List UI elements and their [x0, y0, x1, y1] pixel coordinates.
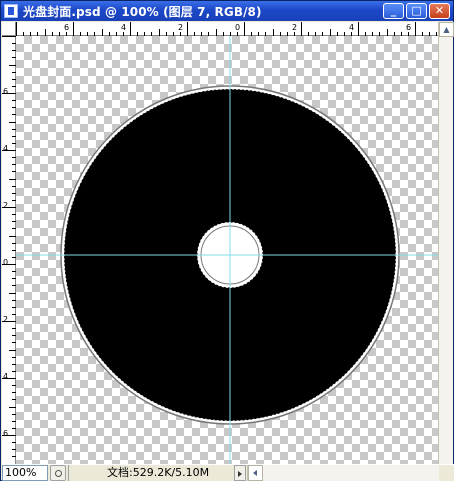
vruler-label-5: 4: [3, 372, 9, 381]
document-window: 光盘封面.psd @ 100% (图层 7, RGB/8) _ □ ✕ 6 4 …: [0, 0, 454, 481]
document-size-info: 文档:529.2K/5.10M: [68, 465, 234, 481]
status-bar: 100% 文档:529.2K/5.10M: [2, 464, 454, 481]
vruler-label-0: 6: [3, 87, 9, 96]
vertical-ruler[interactable]: 6 4 2 0 2 4 6: [2, 36, 16, 464]
horizontal-ruler-ticks: [16, 22, 437, 36]
vruler-label-2: 2: [3, 201, 9, 210]
hruler-label-1: 4: [121, 23, 127, 32]
vertical-scrollbar[interactable]: ▲: [438, 22, 454, 464]
status-menu-icon[interactable]: [50, 465, 66, 481]
photoshop-document-icon: [4, 4, 18, 18]
document-canvas[interactable]: [16, 36, 438, 464]
scroll-up-arrow-icon[interactable]: ▲: [439, 22, 454, 37]
hruler-label-4: 2: [292, 23, 298, 32]
vruler-label-3: 0: [3, 258, 9, 267]
horizontal-scrollbar[interactable]: [247, 465, 439, 481]
hruler-label-5: 4: [349, 23, 355, 32]
ruler-origin[interactable]: [2, 22, 16, 36]
disc-artwork: [16, 36, 438, 464]
status-info-menu-button[interactable]: [234, 465, 246, 481]
hruler-label-0: 6: [64, 23, 70, 32]
vruler-label-4: 2: [3, 315, 9, 324]
horizontal-ruler[interactable]: 6 4 2 0 2 4 6: [16, 22, 438, 36]
window-controls: _ □ ✕: [383, 3, 450, 19]
vruler-label-6: 6: [3, 429, 9, 438]
vruler-label-1: 4: [3, 144, 9, 153]
title-bar[interactable]: 光盘封面.psd @ 100% (图层 7, RGB/8) _ □ ✕: [1, 1, 453, 21]
scroll-left-arrow-icon[interactable]: [248, 465, 263, 481]
hruler-label-3: 0: [235, 23, 241, 32]
zoom-field[interactable]: 100%: [2, 465, 48, 481]
hruler-label-2: 2: [178, 23, 184, 32]
vertical-ruler-ticks: [2, 36, 16, 457]
window-title: 光盘封面.psd @ 100% (图层 7, RGB/8): [23, 4, 262, 19]
close-button[interactable]: ✕: [429, 3, 450, 19]
maximize-button[interactable]: □: [406, 3, 427, 19]
minimize-button[interactable]: _: [383, 3, 404, 19]
hruler-label-6: 6: [406, 23, 412, 32]
